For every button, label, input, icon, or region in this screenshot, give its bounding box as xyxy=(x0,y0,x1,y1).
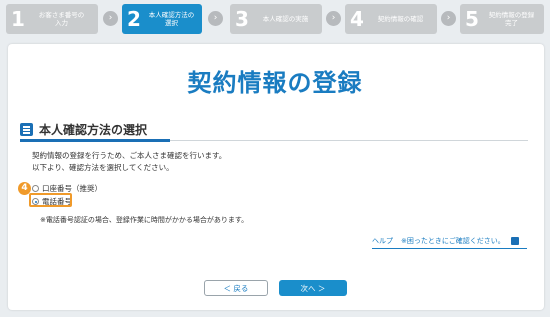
step-number: 2 xyxy=(127,7,141,31)
back-button[interactable]: ＜ 戻る xyxy=(204,280,268,296)
step-4: 4 契約情報の確認 xyxy=(345,4,437,34)
chevron-right-icon: › xyxy=(326,11,341,26)
step-label: 本人確認の実施 xyxy=(262,15,309,23)
help-link[interactable]: ヘルプ ※困ったときにご確認ください。 xyxy=(372,236,519,246)
step-progress-bar: 1 お客さま番号の 入力 › 2 本人確認方法の 選択 › 3 本人確認の実施 … xyxy=(0,0,550,38)
step-number: 1 xyxy=(11,7,25,31)
help-label[interactable]: ヘルプ xyxy=(372,236,393,246)
section-header: 本人確認方法の選択 xyxy=(20,121,147,138)
step-label: 契約情報の登録 完了 xyxy=(488,11,535,27)
highlight-box xyxy=(29,193,72,207)
help-divider xyxy=(372,248,527,249)
chevron-right-icon: › xyxy=(441,11,456,26)
description-line: 契約情報の登録を行うため、ご本人さま確認を行います。 xyxy=(32,151,227,160)
chevron-right-icon: › xyxy=(208,11,223,26)
page-title: 契約情報の登録 xyxy=(187,69,363,97)
list-icon xyxy=(20,123,33,136)
chevron-right-icon: › xyxy=(103,11,118,26)
step-1: 1 お客さま番号の 入力 xyxy=(6,4,98,34)
step-number: 4 xyxy=(350,7,364,31)
step-2: 2 本人確認方法の 選択 xyxy=(122,4,202,34)
next-button[interactable]: 次へ ＞ xyxy=(279,280,347,296)
step-label: お客さま番号の 入力 xyxy=(38,11,85,27)
step-label: 本人確認方法の 選択 xyxy=(148,11,195,27)
step-number: 3 xyxy=(235,7,249,31)
section-title: 本人確認方法の選択 xyxy=(39,123,148,137)
note-text: ※電話番号認証の場合、登録作業に時間がかかる場合があります。 xyxy=(40,216,249,224)
step-number: 5 xyxy=(465,7,479,31)
help-text: ※困ったときにご確認ください。 xyxy=(401,237,505,245)
description-line: 以下より、確認方法を選択してください。 xyxy=(32,163,174,172)
external-link-icon[interactable] xyxy=(510,237,519,245)
section-underline xyxy=(20,139,170,142)
step-5: 5 契約情報の登録 完了 xyxy=(460,4,544,34)
description: 契約情報の登録を行うため、ご本人さま確認を行います。 以下より、確認方法を選択し… xyxy=(32,150,226,174)
radio-button[interactable] xyxy=(32,185,39,192)
callout-badge: 4 xyxy=(18,182,31,195)
step-3: 3 本人確認の実施 xyxy=(230,4,322,34)
step-label: 契約情報の確認 xyxy=(377,15,424,23)
